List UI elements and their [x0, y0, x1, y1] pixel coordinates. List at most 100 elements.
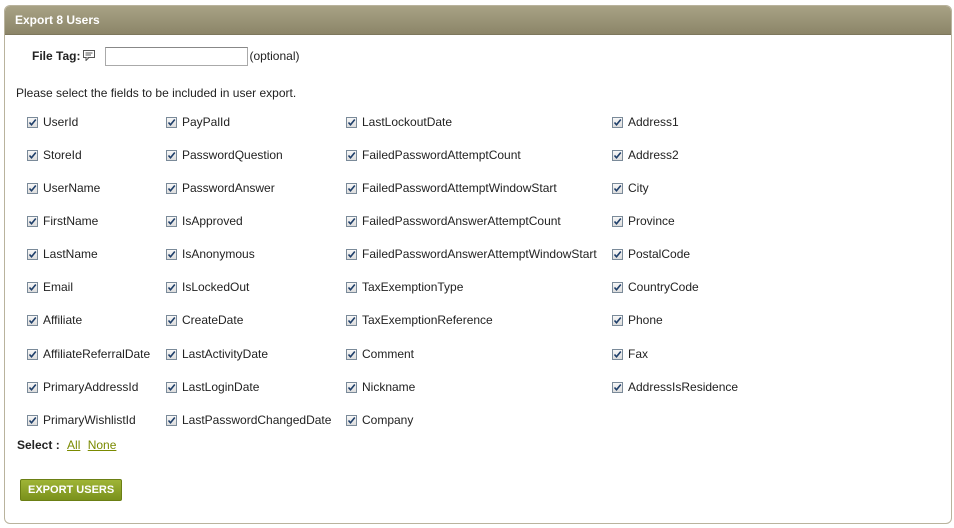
field-option[interactable]: Fax: [612, 347, 648, 361]
field-label: StoreId: [43, 148, 82, 162]
field-option[interactable]: TaxExemptionType: [346, 280, 463, 294]
field-option[interactable]: PostalCode: [612, 247, 690, 261]
checkbox-checked[interactable]: [612, 381, 623, 393]
field-option[interactable]: City: [612, 181, 649, 195]
field-label: LastPasswordChangedDate: [182, 413, 332, 427]
comment-icon[interactable]: [83, 49, 96, 62]
field-option[interactable]: Province: [612, 214, 675, 228]
field-option[interactable]: Email: [27, 280, 73, 294]
field-label: PostalCode: [628, 247, 691, 261]
checkbox-checked[interactable]: [27, 116, 38, 128]
field-option[interactable]: FailedPasswordAnswerAttemptWindowStart: [346, 247, 597, 261]
field-option[interactable]: LastName: [27, 247, 98, 261]
checkbox-checked[interactable]: [346, 314, 357, 326]
checkbox-checked[interactable]: [612, 314, 623, 326]
field-label: TaxExemptionType: [362, 280, 464, 294]
checkbox-checked[interactable]: [612, 215, 623, 227]
field-option[interactable]: StoreId: [27, 148, 82, 162]
checkbox-checked[interactable]: [346, 414, 357, 426]
checkbox-checked[interactable]: [346, 381, 357, 393]
checkbox-checked[interactable]: [166, 414, 177, 426]
checkbox-checked[interactable]: [166, 348, 177, 360]
field-option[interactable]: LastPasswordChangedDate: [166, 413, 331, 427]
field-label: IsLockedOut: [182, 280, 250, 294]
checkbox-checked[interactable]: [346, 215, 357, 227]
checkbox-checked[interactable]: [27, 182, 38, 194]
checkbox-checked[interactable]: [27, 248, 38, 260]
field-option[interactable]: UserName: [27, 181, 100, 195]
field-option[interactable]: IsApproved: [166, 214, 243, 228]
checkbox-checked[interactable]: [346, 248, 357, 260]
checkbox-checked[interactable]: [27, 314, 38, 326]
checkbox-checked[interactable]: [27, 414, 38, 426]
field-option[interactable]: FailedPasswordAnswerAttemptCount: [346, 214, 561, 228]
checkbox-checked[interactable]: [166, 248, 177, 260]
checkbox-checked[interactable]: [612, 348, 623, 360]
field-option[interactable]: LastActivityDate: [166, 347, 268, 361]
checkbox-checked[interactable]: [27, 215, 38, 227]
field-option[interactable]: LastLockoutDate: [346, 115, 452, 129]
checkbox-checked[interactable]: [166, 182, 177, 194]
field-option[interactable]: Address1: [612, 115, 679, 129]
field-option[interactable]: CountryCode: [612, 280, 699, 294]
field-option[interactable]: AddressIsResidence: [612, 380, 738, 394]
select-label: Select :: [17, 438, 60, 452]
checkbox-checked[interactable]: [346, 348, 357, 360]
field-option[interactable]: FailedPasswordAttemptCount: [346, 148, 521, 162]
export-users-button[interactable]: EXPORT USERS: [20, 479, 123, 501]
field-option[interactable]: Address2: [612, 148, 679, 162]
field-option[interactable]: PrimaryAddressId: [27, 380, 138, 394]
checkbox-checked[interactable]: [166, 215, 177, 227]
checkbox-checked[interactable]: [346, 116, 357, 128]
checkbox-checked[interactable]: [346, 149, 357, 161]
checkbox-checked[interactable]: [166, 281, 177, 293]
field-option[interactable]: Affiliate: [27, 313, 82, 327]
checkbox-checked[interactable]: [612, 248, 623, 260]
field-option[interactable]: CreateDate: [166, 313, 243, 327]
field-option[interactable]: FailedPasswordAttemptWindowStart: [346, 181, 557, 195]
field-option[interactable]: UserId: [27, 115, 78, 129]
field-option[interactable]: PasswordAnswer: [166, 181, 275, 195]
field-option[interactable]: AffiliateReferralDate: [27, 347, 150, 361]
field-label: Company: [362, 413, 414, 427]
checkbox-checked[interactable]: [166, 116, 177, 128]
checkbox-checked[interactable]: [346, 281, 357, 293]
field-label: City: [628, 181, 649, 195]
field-label: FirstName: [43, 214, 99, 228]
checkbox-checked[interactable]: [612, 182, 623, 194]
field-label: Comment: [362, 347, 415, 361]
field-option[interactable]: IsAnonymous: [166, 247, 255, 261]
field-option[interactable]: Company: [346, 413, 413, 427]
checkbox-checked[interactable]: [346, 182, 357, 194]
checkbox-checked[interactable]: [27, 149, 38, 161]
field-option[interactable]: LastLoginDate: [166, 380, 259, 394]
field-option[interactable]: PrimaryWishlistId: [27, 413, 136, 427]
field-label: UserName: [43, 181, 101, 195]
checkbox-checked[interactable]: [27, 281, 38, 293]
select-all-link[interactable]: All: [67, 438, 80, 452]
checkbox-checked[interactable]: [612, 149, 623, 161]
field-option[interactable]: TaxExemptionReference: [346, 313, 493, 327]
checkbox-checked[interactable]: [27, 381, 38, 393]
field-option[interactable]: Phone: [612, 313, 663, 327]
field-option[interactable]: IsLockedOut: [166, 280, 249, 294]
checkbox-checked[interactable]: [166, 314, 177, 326]
select-none-link[interactable]: None: [88, 438, 117, 452]
field-option[interactable]: PayPalId: [166, 115, 230, 129]
field-label: IsAnonymous: [182, 247, 255, 261]
checkbox-checked[interactable]: [27, 348, 38, 360]
checkbox-checked[interactable]: [612, 281, 623, 293]
field-option[interactable]: Comment: [346, 347, 414, 361]
file-tag-label: File Tag:: [32, 49, 81, 63]
field-option[interactable]: PasswordQuestion: [166, 148, 283, 162]
file-tag-input[interactable]: [105, 46, 249, 66]
field-label: PasswordAnswer: [182, 181, 275, 195]
field-label: FailedPasswordAttemptCount: [362, 148, 521, 162]
field-label: FailedPasswordAnswerAttemptWindowStart: [362, 247, 597, 261]
checkbox-checked[interactable]: [166, 149, 177, 161]
checkbox-checked[interactable]: [612, 116, 623, 128]
field-label: IsApproved: [182, 214, 243, 228]
field-option[interactable]: FirstName: [27, 214, 98, 228]
checkbox-checked[interactable]: [166, 381, 177, 393]
field-option[interactable]: Nickname: [346, 380, 415, 394]
